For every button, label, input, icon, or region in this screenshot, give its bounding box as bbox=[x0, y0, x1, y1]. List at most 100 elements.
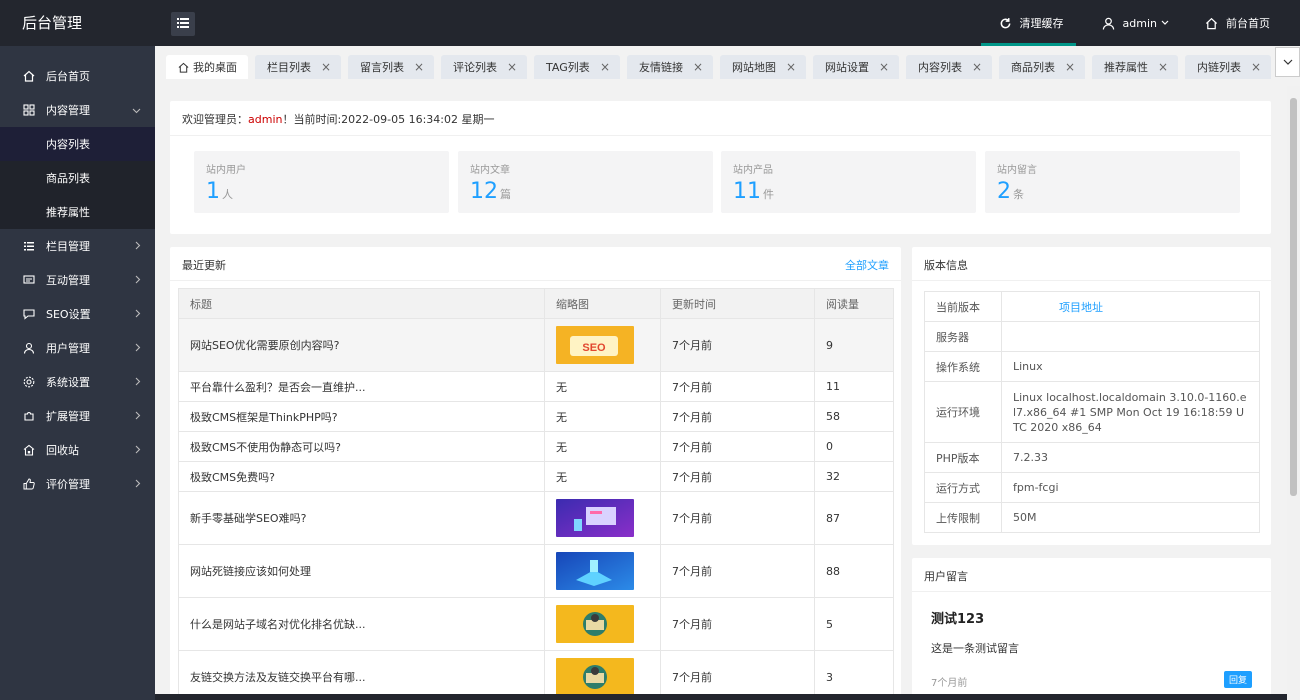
tab-internal-links[interactable]: 内链列表 × bbox=[1185, 55, 1271, 79]
sidebar-sub-product-list[interactable]: 商品列表 bbox=[0, 161, 155, 195]
divider bbox=[912, 280, 1271, 281]
welcome-text: 欢迎管理员：admin！当前时间:2022-09-05 16:34:02 星期一 bbox=[182, 113, 495, 126]
sidebar-item-column[interactable]: 栏目管理 bbox=[0, 229, 155, 263]
scrollbar-thumb[interactable] bbox=[1290, 98, 1297, 496]
thumbnail-dead-link-image bbox=[556, 552, 634, 590]
tab-more-button[interactable] bbox=[1275, 47, 1300, 77]
close-icon[interactable]: × bbox=[507, 60, 517, 74]
sidebar-item-users[interactable]: 用户管理 bbox=[0, 331, 155, 365]
close-icon[interactable]: × bbox=[879, 60, 889, 74]
trash-home-icon bbox=[22, 444, 36, 456]
stat-articles: 站内文章 12 篇 bbox=[458, 151, 713, 213]
sidebar-item-extension[interactable]: 扩展管理 bbox=[0, 399, 155, 433]
clear-cache-label: 清理缓存 bbox=[1019, 17, 1064, 30]
chevron-right-icon bbox=[135, 410, 141, 423]
sidebar-item-recycle[interactable]: 回收站 bbox=[0, 433, 155, 467]
messages-title: 用户留言 bbox=[924, 570, 968, 583]
sidebar-item-seo[interactable]: SEO设置 bbox=[0, 297, 155, 331]
col-title: 标题 bbox=[178, 288, 545, 319]
thumbnail-seo-image: SEO bbox=[556, 326, 634, 364]
tab-my-desktop[interactable]: 我的桌面 bbox=[166, 55, 248, 79]
close-icon[interactable]: × bbox=[1251, 60, 1261, 74]
sidebar-item-interaction[interactable]: 互动管理 bbox=[0, 263, 155, 297]
chevron-right-icon bbox=[135, 444, 141, 457]
tab-product-list[interactable]: 商品列表 × bbox=[999, 55, 1085, 79]
sidebar-sub-recommend-attr[interactable]: 推荐属性 bbox=[0, 195, 155, 229]
bottom-bar bbox=[155, 694, 1287, 700]
thumbnail-subdomain-image bbox=[556, 605, 634, 643]
welcome-card: 欢迎管理员：admin！当前时间:2022-09-05 16:34:02 星期一… bbox=[170, 101, 1271, 234]
table-row[interactable]: 平台靠什么盈利？是否会一直维护... 无 7个月前 11 bbox=[178, 371, 894, 402]
tab-recommend-attr[interactable]: 推荐属性 × bbox=[1092, 55, 1178, 79]
tab-column-list[interactable]: 栏目列表 × bbox=[255, 55, 341, 79]
tab-sitemap[interactable]: 网站地图 × bbox=[720, 55, 806, 79]
sidebar-sub-content-list[interactable]: 内容列表 bbox=[0, 127, 155, 161]
version-row: PHP版本 7.2.33 bbox=[924, 442, 1260, 473]
tab-friend-links[interactable]: 友情链接 × bbox=[627, 55, 713, 79]
tab-site-settings[interactable]: 网站设置 × bbox=[813, 55, 899, 79]
user-menu[interactable]: admin bbox=[1084, 0, 1187, 46]
tab-tag-list[interactable]: TAG列表 × bbox=[534, 55, 620, 79]
reply-button[interactable]: 回复 bbox=[1224, 671, 1252, 688]
list-icon bbox=[22, 240, 36, 252]
col-thumb: 缩略图 bbox=[544, 288, 661, 319]
message-title: 测试123 bbox=[931, 612, 985, 627]
message-time: 7个月前 bbox=[931, 678, 968, 689]
table-row[interactable]: 新手零基础学SEO难吗? 7个月前 87 bbox=[178, 491, 894, 545]
chevron-right-icon bbox=[135, 376, 141, 389]
table-row[interactable]: 网站死链接应该如何处理 7个月前 88 bbox=[178, 544, 894, 598]
chevron-right-icon bbox=[135, 274, 141, 287]
front-home-link[interactable]: 前台首页 bbox=[1187, 0, 1300, 46]
thumbnail-seo-learning-image bbox=[556, 499, 634, 537]
version-row: 运行环境 Linux localhost.localdomain 3.10.0-… bbox=[924, 381, 1260, 443]
close-icon[interactable]: × bbox=[600, 60, 610, 74]
close-icon[interactable]: × bbox=[321, 60, 331, 74]
project-address-link[interactable]: 项目地址 bbox=[1013, 301, 1103, 314]
menu-toggle-button[interactable] bbox=[171, 12, 195, 36]
all-articles-link[interactable]: 全部文章 bbox=[845, 257, 889, 273]
thumbs-up-icon bbox=[22, 478, 36, 490]
stat-products: 站内产品 11 件 bbox=[721, 151, 976, 213]
chevron-right-icon bbox=[135, 240, 141, 253]
close-icon[interactable]: × bbox=[1065, 60, 1075, 74]
tab-message-list[interactable]: 留言列表 × bbox=[348, 55, 434, 79]
close-icon[interactable]: × bbox=[1158, 60, 1168, 74]
message-icon bbox=[22, 274, 36, 286]
divider bbox=[912, 591, 1271, 592]
close-icon[interactable]: × bbox=[972, 60, 982, 74]
version-info-card: 版本信息 当前版本 项目地址 服务器 操作系统 Linux 运行环境 Linux… bbox=[912, 247, 1271, 545]
table-row[interactable]: 什么是网站子域名对优化排名优缺... 7个月前 5 bbox=[178, 597, 894, 651]
message-body: 这是一条测试留言 bbox=[931, 642, 1019, 655]
table-row[interactable]: 极致CMS免费吗? 无 7个月前 32 bbox=[178, 461, 894, 492]
table-row[interactable]: 极致CMS不使用伪静态可以吗? 无 7个月前 0 bbox=[178, 431, 894, 462]
chat-icon bbox=[22, 308, 36, 320]
tab-comment-list[interactable]: 评论列表 × bbox=[441, 55, 527, 79]
sidebar-item-reviews[interactable]: 评价管理 bbox=[0, 467, 155, 501]
version-row: 服务器 bbox=[924, 321, 1260, 352]
sidebar-item-dashboard[interactable]: 后台首页 bbox=[0, 59, 155, 93]
clear-cache-button[interactable]: 清理缓存 bbox=[973, 0, 1084, 46]
table-row[interactable]: 网站SEO优化需要原创内容吗? SEO 7个月前 9 bbox=[178, 318, 894, 372]
recent-title: 最近更新 bbox=[182, 259, 226, 272]
chevron-right-icon bbox=[135, 342, 141, 355]
close-icon[interactable]: × bbox=[786, 60, 796, 74]
tab-content-list[interactable]: 内容列表 × bbox=[906, 55, 992, 79]
gear-icon bbox=[22, 376, 36, 388]
puzzle-icon bbox=[22, 410, 36, 422]
front-home-label: 前台首页 bbox=[1226, 17, 1270, 30]
sidebar-item-system[interactable]: 系统设置 bbox=[0, 365, 155, 399]
version-row: 上传限制 50M bbox=[924, 502, 1260, 533]
refresh-icon bbox=[999, 17, 1012, 30]
sidebar-item-content[interactable]: 内容管理 bbox=[0, 93, 155, 127]
svg-text:SEO: SEO bbox=[582, 342, 606, 354]
close-icon[interactable]: × bbox=[414, 60, 424, 74]
scrollbar[interactable] bbox=[1287, 86, 1300, 700]
close-icon[interactable]: × bbox=[693, 60, 703, 74]
table-row[interactable]: 友链交换方法及友链交换平台有哪... 7个月前 3 bbox=[178, 650, 894, 700]
home-icon bbox=[1205, 17, 1218, 30]
chevron-down-icon bbox=[1283, 59, 1293, 65]
table-row[interactable]: 极致CMS框架是ThinkPHP吗? 无 7个月前 58 bbox=[178, 401, 894, 432]
home-icon bbox=[178, 62, 189, 73]
version-row: 当前版本 项目地址 bbox=[924, 291, 1260, 322]
grid-icon bbox=[22, 104, 36, 116]
